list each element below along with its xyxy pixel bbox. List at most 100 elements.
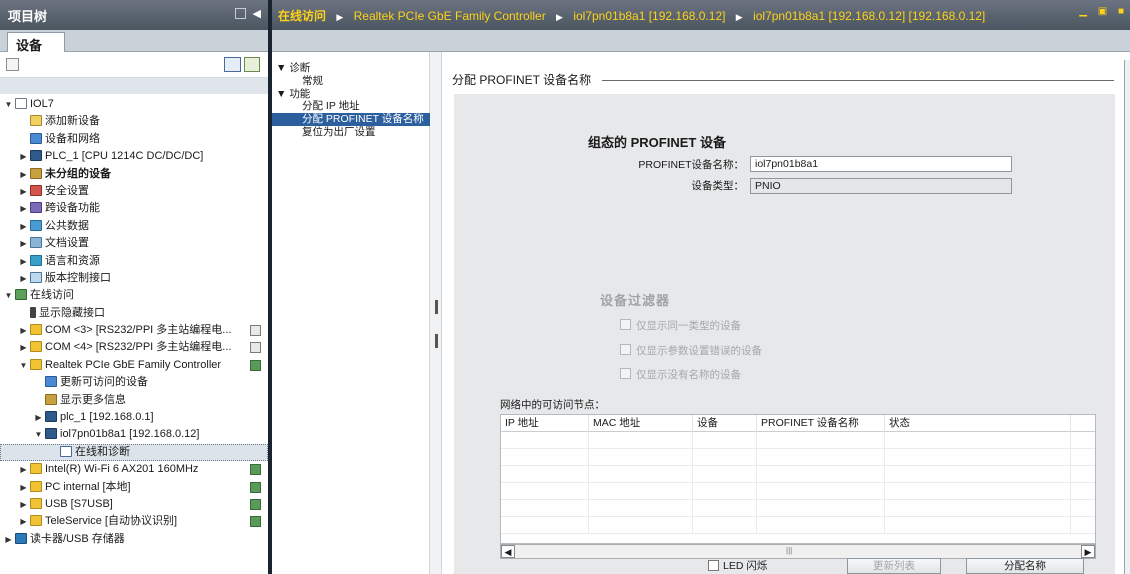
collapsed-arrow-icon[interactable]: ▶ [34,409,43,426]
tree-item[interactable]: ▶ plc_1 [192.168.0.1] [0,409,268,426]
tree-item[interactable]: 在线和诊断 [0,443,268,462]
tree-item[interactable]: ▶ 公共数据 [0,218,268,235]
nav-item[interactable]: ▼ 诊断 [272,62,430,75]
collapsed-arrow-icon[interactable]: ▶ [19,270,28,287]
refresh-list-button[interactable]: 更新列表 [847,558,941,574]
splitter-grip-icon[interactable] [435,334,438,348]
tree-item[interactable]: ▶ COM <3> [RS232/PPI 多主站编程电... [0,322,268,339]
table-row[interactable] [501,500,1095,517]
collapsed-arrow-icon[interactable]: ▶ [19,200,28,217]
column-profinet-name[interactable]: PROFINET 设备名称 [757,415,885,432]
breadcrumb-device-detail[interactable]: iol7pn01b8a1 [192.168.0.12] [192.168.0.1… [753,9,985,23]
led-flash-checkbox[interactable] [708,560,719,571]
tree-item[interactable]: ▶ Intel(R) Wi-Fi 6 AX201 160MHz [0,461,268,478]
collapsed-arrow-icon[interactable]: ▶ [19,339,28,356]
breadcrumb-device[interactable]: iol7pn01b8a1 [192.168.0.12] [573,9,725,23]
collapsed-arrow-icon[interactable]: ▶ [4,531,13,548]
column-mac-address[interactable]: MAC 地址 [589,415,693,432]
editor-title-bar: 在线访问 ▶ Realtek PCIe GbE Family Controlle… [272,0,1130,30]
navigation-splitter[interactable] [430,52,442,574]
column-status[interactable]: 状态 [885,415,1071,432]
tree-options-icon[interactable] [6,58,19,71]
tree-item[interactable]: 显示更多信息 [0,392,268,409]
splitter-grip-icon[interactable] [435,300,438,314]
window-controls[interactable]: ▁ ▣ ■ [1079,6,1128,17]
nav-item[interactable]: ▼ 功能 [272,88,430,101]
tree-item[interactable]: 设备和网络 [0,131,268,148]
tree-item-label: 版本控制接口 [45,271,111,284]
column-ip-address[interactable]: IP 地址 [501,415,589,432]
tree-item[interactable]: ▶ USB [S7USB] [0,496,268,513]
device-name-field[interactable]: iol7pn01b8a1 [750,156,1012,172]
filter-param-error-checkbox[interactable] [620,344,631,355]
expanded-arrow-icon[interactable]: ▼ [276,88,289,100]
tree-item[interactable]: ▶ 读卡器/USB 存储器 [0,531,268,548]
collapse-arrow-icon[interactable]: ◀ [253,7,261,20]
tree-item[interactable]: 显示隐藏接口 [0,305,268,322]
table-row[interactable] [501,483,1095,500]
tree-item-label: 语言和资源 [45,254,100,267]
breadcrumb-online-access[interactable]: 在线访问 [278,9,326,23]
expanded-arrow-icon[interactable]: ▼ [4,96,13,113]
assign-name-button[interactable]: 分配名称 [966,558,1084,574]
device-icon [45,428,57,440]
tree-item[interactable]: ▼ iol7pn01b8a1 [192.168.0.12] [0,426,268,443]
nav-item[interactable]: 复位为出厂设置 [272,126,430,139]
tree-item[interactable]: ▶ 未分组的设备 [0,166,268,183]
tree-item[interactable]: ▼ IOL7 [0,96,268,113]
collapsed-arrow-icon[interactable]: ▶ [19,253,28,270]
tree-item[interactable]: ▶ TeleService [自动协议识别] [0,513,268,530]
tree-item[interactable]: ▶ COM <4> [RS232/PPI 多主站编程电... [0,339,268,356]
tree-item[interactable]: 更新可访问的设备 [0,374,268,391]
tree-item[interactable]: ▶ PC internal [本地] [0,479,268,496]
nav-item[interactable]: 常规 [272,75,430,88]
tree-item[interactable]: ▶ 语言和资源 [0,253,268,270]
expanded-arrow-icon[interactable]: ▼ [34,426,43,443]
tree-item[interactable]: ▼ Realtek PCIe GbE Family Controller [0,357,268,374]
collapsed-arrow-icon[interactable]: ▶ [19,166,28,183]
ungrouped-devices-icon [30,167,42,179]
open-editor-icon[interactable] [244,57,260,72]
expanded-arrow-icon[interactable]: ▼ [276,62,289,74]
overview-icon[interactable] [224,57,241,72]
collapsed-arrow-icon[interactable]: ▶ [19,461,28,478]
table-cell [693,500,757,517]
collapsed-arrow-icon[interactable]: ▶ [19,479,28,496]
collapsed-arrow-icon[interactable]: ▶ [19,322,28,339]
filter-no-name-checkbox[interactable] [620,368,631,379]
filter-same-type-checkbox[interactable] [620,319,631,330]
collapsed-arrow-icon[interactable]: ▶ [19,235,28,252]
collapsed-arrow-icon[interactable]: ▶ [19,496,28,513]
collapsed-arrow-icon[interactable]: ▶ [19,148,28,165]
pin-icon[interactable] [235,8,246,19]
breadcrumb-interface[interactable]: Realtek PCIe GbE Family Controller [354,9,546,23]
online-access-icon [15,289,27,301]
nav-item[interactable]: 分配 IP 地址 [272,100,430,113]
tree-item[interactable]: ▶ 版本控制接口 [0,270,268,287]
tree-item[interactable]: ▶ PLC_1 [CPU 1214C DC/DC/DC] [0,148,268,165]
tree-item-label: 文档设置 [45,237,89,250]
table-row[interactable] [501,466,1095,483]
nav-item[interactable]: 分配 PROFINET 设备名称 [272,113,430,126]
table-row[interactable] [501,449,1095,466]
tree-item[interactable]: ▶ 跨设备功能 [0,200,268,217]
expanded-arrow-icon[interactable]: ▼ [4,287,13,304]
tree-item[interactable]: 添加新设备 [0,113,268,130]
column-device[interactable]: 设备 [693,415,757,432]
table-row[interactable] [501,517,1095,534]
collapsed-arrow-icon[interactable]: ▶ [19,513,28,530]
collapsed-arrow-icon[interactable]: ▶ [19,183,28,200]
scroll-thumb-grip-icon[interactable]: ||| [786,546,792,555]
project-tree-title-bar: 项目树 ◀ [0,0,268,30]
device-filter-title: 设备过滤器 [600,293,671,308]
status-ok-icon [250,516,261,528]
vertical-scrollbar[interactable] [1124,60,1130,574]
filter-param-error-label: 仅显示参数设置错误的设备 [636,345,762,357]
tab-devices[interactable]: 设备 [7,32,65,53]
tree-item[interactable]: ▼ 在线访问 [0,287,268,304]
collapsed-arrow-icon[interactable]: ▶ [19,218,28,235]
table-row[interactable] [501,432,1095,449]
tree-item[interactable]: ▶ 文档设置 [0,235,268,252]
expanded-arrow-icon[interactable]: ▼ [19,357,28,374]
tree-item[interactable]: ▶ 安全设置 [0,183,268,200]
